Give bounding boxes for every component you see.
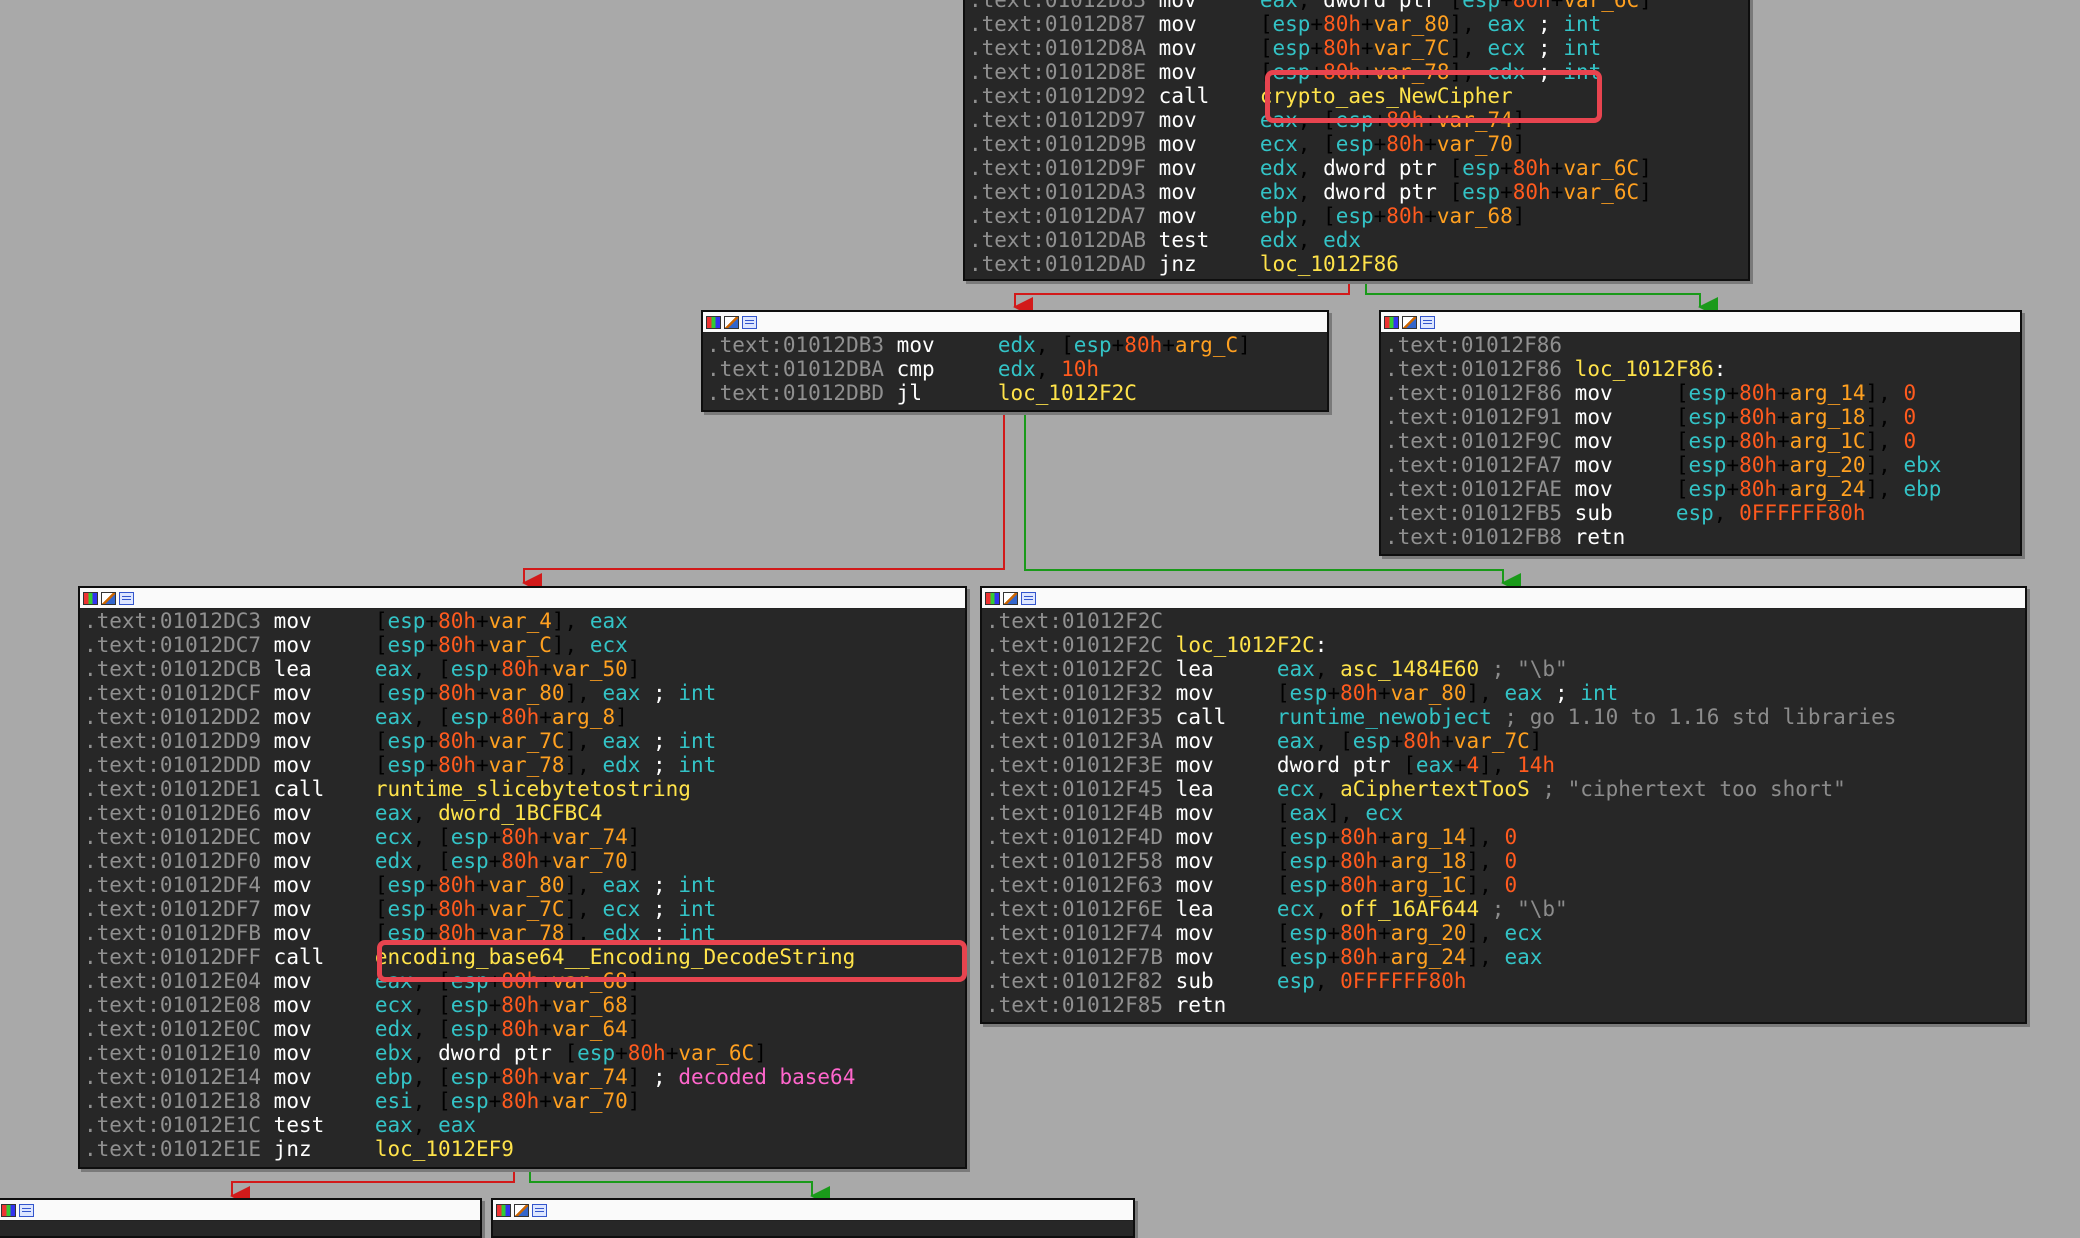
asm-line[interactable]: .text:01012DEC mov ecx, [esp+80h+var_74] xyxy=(80,825,965,849)
asm-line[interactable]: .text:01012F9C mov [esp+80h+arg_1C], 0 xyxy=(1381,429,2020,453)
asm-line[interactable]: .text:01012DCB lea eax, [esp+80h+var_50] xyxy=(80,657,965,681)
asm-line[interactable]: .text:01012FB8 retn xyxy=(1381,525,2020,549)
asm-line[interactable]: .text:01012DAB test edx, edx xyxy=(965,228,1748,252)
text-view-icon[interactable] xyxy=(742,315,757,329)
node-titlebar[interactable] xyxy=(0,1200,480,1221)
edit-node-icon[interactable] xyxy=(101,591,116,605)
asm-line[interactable]: .text:01012E08 mov ecx, [esp+80h+var_68] xyxy=(80,993,965,1017)
asm-line[interactable]: .text:01012DC3 mov [esp+80h+var_4], eax xyxy=(80,609,965,633)
asm-line[interactable]: .text:01012E0C mov edx, [esp+80h+var_64] xyxy=(80,1017,965,1041)
asm-line[interactable]: .text:01012FAE mov [esp+80h+arg_24], ebp xyxy=(1381,477,2020,501)
node-titlebar[interactable] xyxy=(493,1200,1133,1221)
asm-line[interactable]: .text:01012F6E lea ecx, off_16AF644 ; "\… xyxy=(982,897,2025,921)
edge-true-top-to-midright xyxy=(1365,281,1718,317)
edit-node-icon[interactable] xyxy=(724,315,739,329)
asm-line[interactable]: .text:01012F86 loc_1012F86: xyxy=(1381,357,2020,381)
asm-line[interactable]: .text:01012DBA cmp edx, 10h xyxy=(703,357,1327,381)
asm-line[interactable]: .text:01012E18 mov esi, [esp+80h+var_70] xyxy=(80,1089,965,1113)
graph-colors-icon[interactable] xyxy=(496,1203,511,1217)
graph-colors-icon[interactable] xyxy=(83,591,98,605)
asm-line[interactable]: .text:01012DF4 mov [esp+80h+var_80], eax… xyxy=(80,873,965,897)
asm-line[interactable]: .text:01012F3A mov eax, [esp+80h+var_7C] xyxy=(982,729,2025,753)
asm-line[interactable]: .text:01012F2C xyxy=(982,609,2025,633)
asm-line[interactable]: .text:01012FA7 mov [esp+80h+arg_20], ebx xyxy=(1381,453,2020,477)
code-block-bottom-left[interactable]: .text:01012DC3 mov [esp+80h+var_4], eax.… xyxy=(78,586,967,1169)
text-view-icon[interactable] xyxy=(19,1203,34,1217)
asm-line[interactable]: .text:01012DC7 mov [esp+80h+var_C], ecx xyxy=(80,633,965,657)
node-titlebar[interactable] xyxy=(982,588,2025,609)
asm-line[interactable]: .text:01012F32 mov [esp+80h+var_80], eax… xyxy=(982,681,2025,705)
highlight-base64-decodestring xyxy=(377,940,967,982)
edit-node-icon[interactable] xyxy=(1003,591,1018,605)
asm-line[interactable]: .text:01012F63 mov [esp+80h+arg_1C], 0 xyxy=(982,873,2025,897)
asm-line[interactable]: .text:01012DA7 mov ebp, [esp+80h+var_68] xyxy=(965,204,1748,228)
asm-line[interactable]: .text:01012E14 mov ebp, [esp+80h+var_74]… xyxy=(80,1065,965,1089)
asm-line[interactable]: .text:01012E1E jnz loc_1012EF9 xyxy=(80,1137,965,1161)
asm-line[interactable]: .text:01012F7B mov [esp+80h+arg_24], eax xyxy=(982,945,2025,969)
asm-line[interactable]: .text:01012FB5 sub esp, 0FFFFFF80h xyxy=(1381,501,2020,525)
asm-line[interactable]: .text:01012D9F mov edx, dword ptr [esp+8… xyxy=(965,156,1748,180)
code-block-top[interactable]: .text:01012D83 mov eax, dword ptr [esp+8… xyxy=(963,0,1750,281)
asm-line[interactable]: .text:01012D8A mov [esp+80h+var_7C], ecx… xyxy=(965,36,1748,60)
asm-line[interactable]: .text:01012DAD jnz loc_1012F86 xyxy=(965,252,1748,276)
asm-line[interactable]: .text:01012E10 mov ebx, dword ptr [esp+8… xyxy=(80,1041,965,1065)
node-titlebar[interactable] xyxy=(80,588,965,609)
asm-line[interactable]: .text:01012DB3 mov edx, [esp+80h+arg_C] xyxy=(703,333,1327,357)
asm-line[interactable]: .text:01012F74 mov [esp+80h+arg_20], ecx xyxy=(982,921,2025,945)
asm-line[interactable]: .text:01012F4D mov [esp+80h+arg_14], 0 xyxy=(982,825,2025,849)
asm-line[interactable]: .text:01012F4B mov [eax], ecx xyxy=(982,801,2025,825)
asm-line[interactable]: .text:01012DA3 mov ebx, dword ptr [esp+8… xyxy=(965,180,1748,204)
graph-colors-icon[interactable] xyxy=(1384,315,1399,329)
graph-colors-icon[interactable] xyxy=(985,591,1000,605)
code-block-bottom-right[interactable]: .text:01012F2C .text:01012F2C loc_1012F2C… xyxy=(980,586,2027,1024)
code-block-bottom-partial-left[interactable] xyxy=(0,1198,482,1238)
asm-line[interactable]: .text:01012F82 sub esp, 0FFFFFF80h xyxy=(982,969,2025,993)
asm-line[interactable]: .text:01012F35 call runtime_newobject ; … xyxy=(982,705,2025,729)
asm-line[interactable]: .text:01012DBD jl loc_1012F2C xyxy=(703,381,1327,405)
asm-line[interactable]: .text:01012DE1 call runtime_slicebytetos… xyxy=(80,777,965,801)
edit-node-icon[interactable] xyxy=(1402,315,1417,329)
asm-line[interactable]: .text:01012F91 mov [esp+80h+arg_18], 0 xyxy=(1381,405,2020,429)
graph-colors-icon[interactable] xyxy=(706,315,721,329)
asm-line[interactable]: .text:01012F3E mov dword ptr [eax+4], 14… xyxy=(982,753,2025,777)
text-view-icon[interactable] xyxy=(119,591,134,605)
asm-line[interactable]: .text:01012D87 mov [esp+80h+var_80], eax… xyxy=(965,12,1748,36)
highlight-aes-newcipher xyxy=(1265,70,1602,123)
asm-line[interactable]: .text:01012DE6 mov eax, dword_1BCFBC4 xyxy=(80,801,965,825)
edge-false-top-to-midleft xyxy=(1013,281,1350,317)
code-block-mid-left[interactable]: .text:01012DB3 mov edx, [esp+80h+arg_C].… xyxy=(701,310,1329,412)
asm-line[interactable]: .text:01012F86 mov [esp+80h+arg_14], 0 xyxy=(1381,381,2020,405)
asm-line[interactable]: .text:01012F85 retn xyxy=(982,993,2025,1017)
code-block-mid-right[interactable]: .text:01012F86 .text:01012F86 loc_1012F86… xyxy=(1379,310,2022,556)
edge-false-midleft-to-bottomleft xyxy=(522,412,1005,593)
asm-line[interactable]: .text:01012DD2 mov eax, [esp+80h+arg_8] xyxy=(80,705,965,729)
text-view-icon[interactable] xyxy=(1021,591,1036,605)
node-titlebar[interactable] xyxy=(1381,312,2020,333)
asm-line[interactable]: .text:01012E1C test eax, eax xyxy=(80,1113,965,1137)
asm-line[interactable]: .text:01012F45 lea ecx, aCiphertextTooS … xyxy=(982,777,2025,801)
edge-true-bottomleft-down xyxy=(529,1169,830,1206)
asm-line[interactable]: .text:01012DDD mov [esp+80h+var_78], edx… xyxy=(80,753,965,777)
node-titlebar[interactable] xyxy=(703,312,1327,333)
asm-line[interactable]: .text:01012DF0 mov edx, [esp+80h+var_70] xyxy=(80,849,965,873)
edge-false-bottomleft-down xyxy=(230,1169,515,1206)
asm-line[interactable]: .text:01012F58 mov [esp+80h+arg_18], 0 xyxy=(982,849,2025,873)
edit-node-icon[interactable] xyxy=(514,1203,529,1217)
asm-line[interactable]: .text:01012D9B mov ecx, [esp+80h+var_70] xyxy=(965,132,1748,156)
code-block-bottom-partial-right[interactable] xyxy=(491,1198,1135,1238)
asm-line[interactable]: .text:01012D83 mov eax, dword ptr [esp+8… xyxy=(965,0,1748,12)
text-view-icon[interactable] xyxy=(532,1203,547,1217)
asm-line[interactable]: .text:01012DD9 mov [esp+80h+var_7C], eax… xyxy=(80,729,965,753)
asm-line[interactable]: .text:01012DF7 mov [esp+80h+var_7C], ecx… xyxy=(80,897,965,921)
asm-line[interactable]: .text:01012DCF mov [esp+80h+var_80], eax… xyxy=(80,681,965,705)
graph-colors-icon[interactable] xyxy=(1,1203,16,1217)
asm-line[interactable]: .text:01012F86 xyxy=(1381,333,2020,357)
asm-line[interactable]: .text:01012F2C lea eax, asc_1484E60 ; "\… xyxy=(982,657,2025,681)
text-view-icon[interactable] xyxy=(1420,315,1435,329)
asm-line[interactable]: .text:01012F2C loc_1012F2C: xyxy=(982,633,2025,657)
